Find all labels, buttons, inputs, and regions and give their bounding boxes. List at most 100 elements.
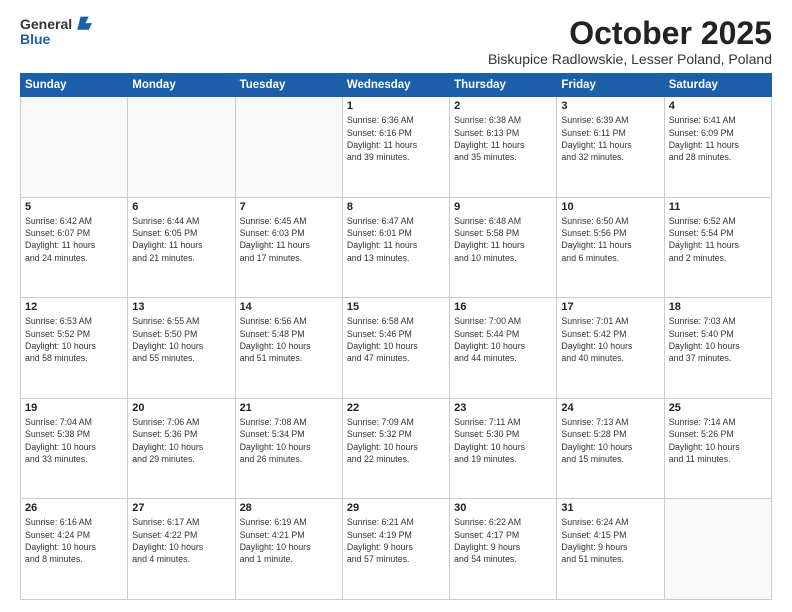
- calendar-week-row: 19 Sunrise: 7:04 AM Sunset: 5:38 PM Dayli…: [21, 398, 772, 499]
- day-info: Sunrise: 6:36 AM Sunset: 6:16 PM Dayligh…: [347, 114, 445, 163]
- day-number: 24: [561, 402, 659, 414]
- calendar-week-row: 26 Sunrise: 6:16 AM Sunset: 4:24 PM Dayli…: [21, 499, 772, 600]
- title-block: October 2025 Biskupice Radlowskie, Lesse…: [488, 16, 772, 67]
- calendar-day-cell: 1 Sunrise: 6:36 AM Sunset: 6:16 PM Daylig…: [342, 97, 449, 198]
- calendar-day-cell: 31 Sunrise: 6:24 AM Sunset: 4:15 PM Dayli…: [557, 499, 664, 600]
- calendar-day-cell: 15 Sunrise: 6:58 AM Sunset: 5:46 PM Dayli…: [342, 298, 449, 399]
- day-number: 25: [669, 402, 767, 414]
- day-info: Sunrise: 7:14 AM Sunset: 5:26 PM Dayligh…: [669, 416, 767, 465]
- day-number: 30: [454, 502, 552, 514]
- header: General Blue October 2025 Biskupice Radl…: [20, 16, 772, 67]
- day-number: 26: [25, 502, 123, 514]
- day-info: Sunrise: 6:42 AM Sunset: 6:07 PM Dayligh…: [25, 215, 123, 264]
- day-of-week-header: Friday: [557, 74, 664, 97]
- logo-general: General: [20, 17, 72, 31]
- calendar-header-row: SundayMondayTuesdayWednesdayThursdayFrid…: [21, 74, 772, 97]
- calendar-day-cell: 23 Sunrise: 7:11 AM Sunset: 5:30 PM Dayli…: [450, 398, 557, 499]
- day-number: 23: [454, 402, 552, 414]
- calendar-day-cell: 21Sunrise: 7:08 AM Sunset: 5:34 PM Dayli…: [235, 398, 342, 499]
- calendar-day-cell: 8 Sunrise: 6:47 AM Sunset: 6:01 PM Daylig…: [342, 197, 449, 298]
- day-of-week-header: Saturday: [664, 74, 771, 97]
- day-number: 9: [454, 201, 552, 213]
- calendar-day-cell: 27 Sunrise: 6:17 AM Sunset: 4:22 PM Dayli…: [128, 499, 235, 600]
- logo-icon: [74, 16, 92, 32]
- day-number: 27: [132, 502, 230, 514]
- calendar-day-cell: 16 Sunrise: 7:00 AM Sunset: 5:44 PM Dayli…: [450, 298, 557, 399]
- day-info: Sunrise: 6:41 AM Sunset: 6:09 PM Dayligh…: [669, 114, 767, 163]
- day-info: Sunrise: 6:50 AM Sunset: 5:56 PM Dayligh…: [561, 215, 659, 264]
- calendar-day-cell: 28Sunrise: 6:19 AM Sunset: 4:21 PM Dayli…: [235, 499, 342, 600]
- day-info: Sunrise: 6:24 AM Sunset: 4:15 PM Dayligh…: [561, 516, 659, 565]
- day-number: 8: [347, 201, 445, 213]
- day-info: Sunrise: 6:45 AM Sunset: 6:03 PM Dayligh…: [240, 215, 338, 264]
- day-info: Sunrise: 6:58 AM Sunset: 5:46 PM Dayligh…: [347, 315, 445, 364]
- calendar-week-row: 5Sunrise: 6:42 AM Sunset: 6:07 PM Daylig…: [21, 197, 772, 298]
- day-info: Sunrise: 7:11 AM Sunset: 5:30 PM Dayligh…: [454, 416, 552, 465]
- day-info: Sunrise: 7:03 AM Sunset: 5:40 PM Dayligh…: [669, 315, 767, 364]
- calendar-day-cell: [664, 499, 771, 600]
- day-info: Sunrise: 6:22 AM Sunset: 4:17 PM Dayligh…: [454, 516, 552, 565]
- calendar-day-cell: 18 Sunrise: 7:03 AM Sunset: 5:40 PM Dayli…: [664, 298, 771, 399]
- calendar-day-cell: 5Sunrise: 6:42 AM Sunset: 6:07 PM Daylig…: [21, 197, 128, 298]
- day-number: 15: [347, 301, 445, 313]
- day-number: 10: [561, 201, 659, 213]
- calendar-day-cell: 13Sunrise: 6:55 AM Sunset: 5:50 PM Dayli…: [128, 298, 235, 399]
- calendar-day-cell: 12 Sunrise: 6:53 AM Sunset: 5:52 PM Dayli…: [21, 298, 128, 399]
- day-info: Sunrise: 7:00 AM Sunset: 5:44 PM Dayligh…: [454, 315, 552, 364]
- day-number: 18: [669, 301, 767, 313]
- day-of-week-header: Monday: [128, 74, 235, 97]
- calendar-day-cell: 4Sunrise: 6:41 AM Sunset: 6:09 PM Daylig…: [664, 97, 771, 198]
- calendar: SundayMondayTuesdayWednesdayThursdayFrid…: [20, 73, 772, 600]
- calendar-day-cell: 22Sunrise: 7:09 AM Sunset: 5:32 PM Dayli…: [342, 398, 449, 499]
- calendar-day-cell: 25 Sunrise: 7:14 AM Sunset: 5:26 PM Dayli…: [664, 398, 771, 499]
- day-number: 14: [240, 301, 338, 313]
- page: General Blue October 2025 Biskupice Radl…: [0, 0, 792, 612]
- day-info: Sunrise: 6:47 AM Sunset: 6:01 PM Dayligh…: [347, 215, 445, 264]
- day-number: 13: [132, 301, 230, 313]
- day-info: Sunrise: 7:06 AM Sunset: 5:36 PM Dayligh…: [132, 416, 230, 465]
- day-info: Sunrise: 6:44 AM Sunset: 6:05 PM Dayligh…: [132, 215, 230, 264]
- calendar-day-cell: [21, 97, 128, 198]
- calendar-day-cell: 30 Sunrise: 6:22 AM Sunset: 4:17 PM Dayli…: [450, 499, 557, 600]
- calendar-day-cell: 6Sunrise: 6:44 AM Sunset: 6:05 PM Daylig…: [128, 197, 235, 298]
- calendar-day-cell: [128, 97, 235, 198]
- day-number: 19: [25, 402, 123, 414]
- calendar-day-cell: [235, 97, 342, 198]
- day-of-week-header: Thursday: [450, 74, 557, 97]
- location-title: Biskupice Radlowskie, Lesser Poland, Pol…: [488, 51, 772, 67]
- day-info: Sunrise: 7:13 AM Sunset: 5:28 PM Dayligh…: [561, 416, 659, 465]
- calendar-day-cell: 11Sunrise: 6:52 AM Sunset: 5:54 PM Dayli…: [664, 197, 771, 298]
- calendar-day-cell: 9 Sunrise: 6:48 AM Sunset: 5:58 PM Daylig…: [450, 197, 557, 298]
- day-info: Sunrise: 7:08 AM Sunset: 5:34 PM Dayligh…: [240, 416, 338, 465]
- logo: General Blue: [20, 16, 92, 46]
- calendar-day-cell: 14Sunrise: 6:56 AM Sunset: 5:48 PM Dayli…: [235, 298, 342, 399]
- day-number: 29: [347, 502, 445, 514]
- day-number: 20: [132, 402, 230, 414]
- calendar-day-cell: 26 Sunrise: 6:16 AM Sunset: 4:24 PM Dayli…: [21, 499, 128, 600]
- day-number: 31: [561, 502, 659, 514]
- day-info: Sunrise: 7:04 AM Sunset: 5:38 PM Dayligh…: [25, 416, 123, 465]
- day-number: 2: [454, 100, 552, 112]
- calendar-day-cell: 7Sunrise: 6:45 AM Sunset: 6:03 PM Daylig…: [235, 197, 342, 298]
- calendar-day-cell: 19 Sunrise: 7:04 AM Sunset: 5:38 PM Dayli…: [21, 398, 128, 499]
- day-number: 1: [347, 100, 445, 112]
- day-info: Sunrise: 6:38 AM Sunset: 6:13 PM Dayligh…: [454, 114, 552, 163]
- day-number: 17: [561, 301, 659, 313]
- day-info: Sunrise: 6:48 AM Sunset: 5:58 PM Dayligh…: [454, 215, 552, 264]
- day-info: Sunrise: 7:01 AM Sunset: 5:42 PM Dayligh…: [561, 315, 659, 364]
- calendar-day-cell: 3Sunrise: 6:39 AM Sunset: 6:11 PM Daylig…: [557, 97, 664, 198]
- day-of-week-header: Sunday: [21, 74, 128, 97]
- day-info: Sunrise: 6:16 AM Sunset: 4:24 PM Dayligh…: [25, 516, 123, 565]
- month-title: October 2025: [488, 16, 772, 51]
- day-info: Sunrise: 6:17 AM Sunset: 4:22 PM Dayligh…: [132, 516, 230, 565]
- day-number: 22: [347, 402, 445, 414]
- day-number: 16: [454, 301, 552, 313]
- day-number: 11: [669, 201, 767, 213]
- calendar-day-cell: 17 Sunrise: 7:01 AM Sunset: 5:42 PM Dayli…: [557, 298, 664, 399]
- day-info: Sunrise: 6:21 AM Sunset: 4:19 PM Dayligh…: [347, 516, 445, 565]
- day-info: Sunrise: 6:53 AM Sunset: 5:52 PM Dayligh…: [25, 315, 123, 364]
- logo-blue: Blue: [20, 32, 50, 46]
- calendar-day-cell: 29 Sunrise: 6:21 AM Sunset: 4:19 PM Dayli…: [342, 499, 449, 600]
- day-number: 3: [561, 100, 659, 112]
- day-number: 12: [25, 301, 123, 313]
